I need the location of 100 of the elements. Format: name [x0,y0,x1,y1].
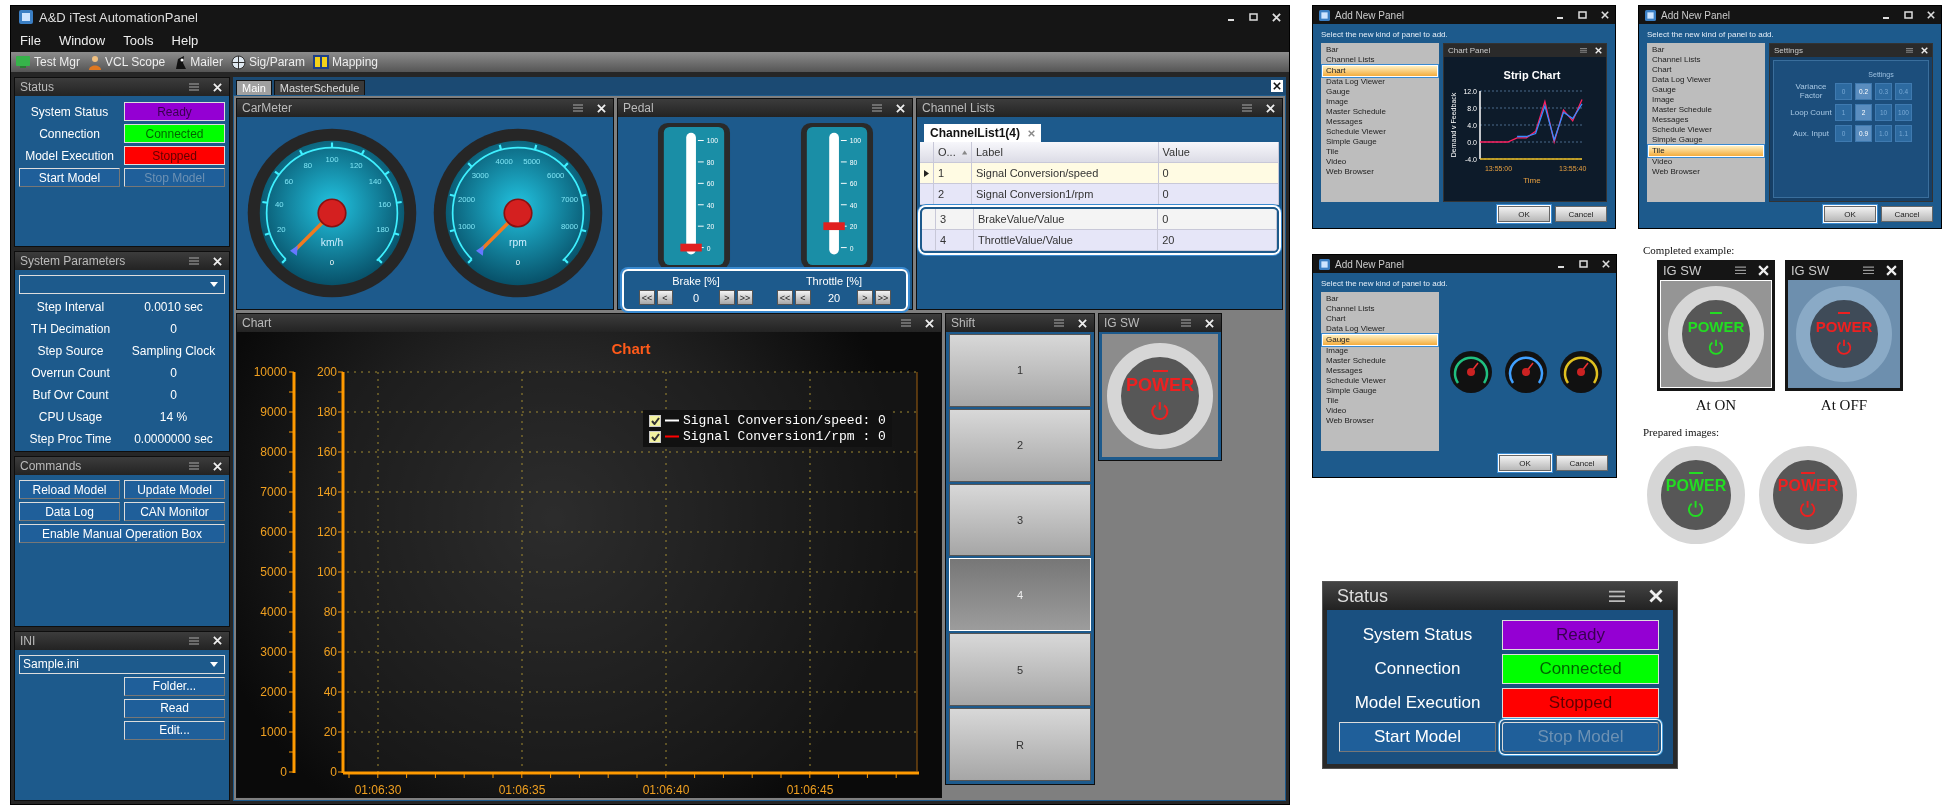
toolbar-button[interactable]: Mapping [313,55,378,69]
dialog-button[interactable]: OK [1499,455,1551,471]
toolbar-button[interactable]: Sig/Param [230,54,305,70]
command-button[interactable]: Data Log [19,502,120,522]
maximize-icon[interactable] [1904,11,1913,19]
list-item[interactable]: Tile [1323,147,1437,157]
list-item[interactable]: Video [1323,157,1437,167]
list-item[interactable]: Channel Lists [1649,55,1763,65]
menu-icon[interactable] [1906,47,1913,54]
menu-item[interactable]: Window [58,32,106,48]
toolbar-button[interactable]: VCL Scope [88,54,166,70]
list-item[interactable]: Chart [1649,65,1763,75]
step-button[interactable]: << [777,290,793,305]
model-button[interactable]: Start Model [19,168,120,187]
list-item[interactable]: Master Schedule [1323,356,1437,366]
list-item[interactable]: Image [1323,346,1437,356]
toolbar-button[interactable]: Mailer [173,54,223,70]
list-item[interactable]: Bar [1649,45,1763,55]
checkbox[interactable] [649,414,661,427]
list-item[interactable]: Gauge [1323,335,1437,345]
menu-icon[interactable] [1863,265,1874,275]
list-item[interactable]: Chart [1323,66,1437,76]
list-item[interactable]: Tile [1323,396,1437,406]
toolbar-button[interactable]: Test Mgr [15,55,80,69]
list-item[interactable]: Web Browser [1649,167,1763,177]
command-button[interactable]: CAN Monitor [124,502,225,522]
checkbox[interactable] [649,430,661,443]
maximize-icon[interactable] [1249,13,1258,21]
dialog-button[interactable]: Cancel [1556,455,1608,471]
list-item[interactable]: Simple Gauge [1323,137,1437,147]
gear-button[interactable]: 3 [949,483,1091,557]
list-item[interactable]: Web Browser [1323,167,1437,177]
list-item[interactable]: Image [1323,97,1437,107]
list-item[interactable]: Video [1649,157,1763,167]
ini-button[interactable]: Read [124,698,225,718]
panel-title: System Parameters [20,254,127,269]
gear-button[interactable]: 5 [949,633,1091,707]
dialog-button[interactable]: Cancel [1881,206,1933,222]
menu-icon[interactable] [1609,589,1625,603]
menu-icon[interactable] [1580,47,1587,54]
dialog-button[interactable]: OK [1824,206,1876,222]
dialog-prompt: Select the new kind of panel to add. [1647,30,1775,39]
column-header[interactable]: Label [972,142,1159,162]
list-item[interactable]: Simple Gauge [1649,135,1763,145]
step-button[interactable]: << [639,290,655,305]
step-button[interactable]: < [657,290,673,305]
command-button[interactable]: Enable Manual Operation Box [19,524,225,544]
command-button[interactable]: Update Model [124,480,225,500]
list-item[interactable]: Master Schedule [1323,107,1437,117]
ini-button[interactable]: Folder... [124,676,225,696]
list-item[interactable]: Web Browser [1323,416,1437,426]
list-item[interactable]: Messages [1323,366,1437,376]
step-button[interactable]: < [795,290,811,305]
list-item[interactable]: Schedule Viewer [1649,125,1763,135]
step-button[interactable]: >> [875,290,891,305]
command-button[interactable]: Reload Model [19,480,120,500]
step-button[interactable]: > [719,290,735,305]
column-header[interactable]: O... [934,142,972,162]
menu-item[interactable]: Tools [123,32,154,48]
menu-item[interactable]: File [20,32,41,48]
list-item[interactable]: Messages [1323,117,1437,127]
list-item[interactable]: Image [1649,95,1763,105]
column-header[interactable]: Value [1158,142,1279,162]
list-item[interactable]: Schedule Viewer [1323,376,1437,386]
step-button[interactable]: >> [737,290,753,305]
list-item[interactable]: Gauge [1649,85,1763,95]
gear-button[interactable]: 1 [949,334,1091,407]
menu-icon[interactable] [1735,265,1746,275]
list-item[interactable]: Data Log Viewer [1649,75,1763,85]
list-item[interactable]: Messages [1649,115,1763,125]
list-item[interactable]: Bar [1323,45,1437,55]
step-button[interactable]: > [857,290,873,305]
list-item[interactable]: Gauge [1323,87,1437,97]
tab[interactable]: ChannelList1(4) [924,124,1041,142]
tick-label: 80 [323,605,337,619]
list-item[interactable]: Tile [1649,146,1763,156]
list-item[interactable]: Channel Lists [1323,55,1437,65]
status-label: System Status [29,104,110,119]
gear-button[interactable]: 2 [949,408,1091,482]
tab[interactable]: MasterSchedule [273,80,366,95]
list-item[interactable]: Video [1323,406,1437,416]
menu-item[interactable]: Help [171,32,199,48]
maximize-icon[interactable] [1578,11,1587,19]
maximize-icon[interactable] [1579,260,1588,268]
list-item[interactable]: Master Schedule [1649,105,1763,115]
list-item[interactable]: Chart [1323,314,1437,324]
list-item[interactable]: Bar [1323,294,1437,304]
tick-label: 01:06:30 [354,783,402,797]
list-item[interactable]: Data Log Viewer [1323,324,1437,334]
list-item[interactable]: Schedule Viewer [1323,127,1437,137]
list-item[interactable]: Channel Lists [1323,304,1437,314]
select-field[interactable]: Sample.ini [19,654,225,674]
list-item[interactable]: Data Log Viewer [1323,77,1437,87]
list-item[interactable]: Simple Gauge [1323,386,1437,396]
gear-button[interactable]: R [949,708,1091,781]
dialog-button[interactable]: OK [1498,206,1550,222]
dialog-button[interactable]: Cancel [1555,206,1607,222]
select-field[interactable] [19,275,225,295]
model-button[interactable]: Start Model [1339,722,1496,752]
ini-button[interactable]: Edit... [124,720,225,740]
